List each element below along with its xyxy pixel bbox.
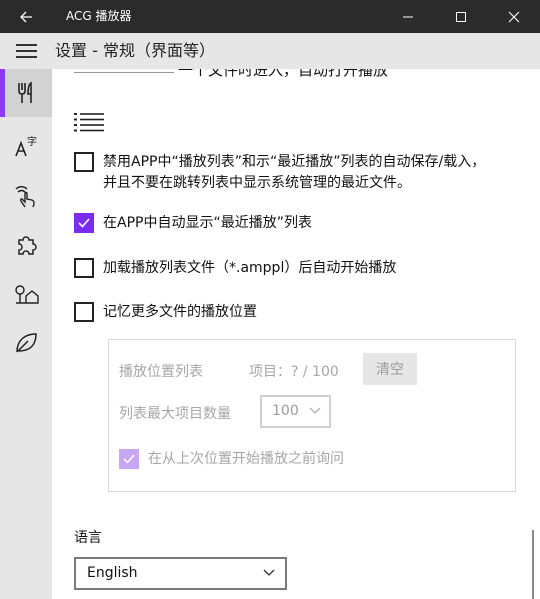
- settings-content: 一个文件时进入，自动打开播放 禁用APP中“播放列表”和示“最近播放”列表的自动…: [52, 69, 540, 599]
- option-label: 在从上次位置开始播放之前询问: [148, 451, 344, 467]
- back-button[interactable]: [0, 0, 52, 33]
- option-label: 加载播放列表文件（*.amppl）后自动开始播放: [103, 260, 397, 276]
- window-title: ACG 播放器: [66, 9, 132, 23]
- sidebar-item-plugins[interactable]: [0, 221, 52, 269]
- check-icon: [123, 454, 135, 464]
- position-list-count: 项目：? / 100: [249, 364, 339, 380]
- chevron-down-icon: [309, 407, 321, 414]
- sidebar: 字: [0, 69, 52, 599]
- language-label: 语言: [74, 530, 102, 546]
- sidebar-item-gesture[interactable]: [0, 172, 52, 220]
- chevron-down-icon: [263, 569, 275, 576]
- cut-off-field: [74, 69, 174, 73]
- checkbox[interactable]: [74, 258, 94, 278]
- header-bar: 设置 - 常规（界面等）: [0, 33, 540, 69]
- tree-house-icon: [15, 285, 39, 304]
- scrollbar[interactable]: [532, 530, 534, 599]
- max-items-value: 100: [272, 403, 299, 419]
- option-label: 记忆更多文件的播放位置: [103, 304, 257, 320]
- option-ask-before-resume[interactable]: 在从上次位置开始播放之前询问: [119, 449, 344, 470]
- minimize-icon: [402, 16, 413, 17]
- option-autoplay-playlist[interactable]: 加载播放列表文件（*.amppl）后自动开始播放: [74, 258, 396, 279]
- page-title: 设置 - 常规（界面等）: [55, 41, 215, 60]
- sidebar-item-about[interactable]: [0, 319, 52, 367]
- checkbox[interactable]: [74, 302, 94, 322]
- maximize-button[interactable]: [438, 0, 483, 33]
- arrow-left-icon: [20, 11, 32, 22]
- svg-text:字: 字: [27, 135, 37, 148]
- close-icon: [508, 11, 519, 22]
- list-icon: [74, 113, 104, 132]
- language-value: English: [87, 565, 138, 581]
- option-show-recent[interactable]: 在APP中自动显示“最近播放”列表: [74, 213, 312, 234]
- sidebar-item-font[interactable]: 字: [0, 123, 52, 171]
- minimize-button[interactable]: [385, 0, 430, 33]
- touch-gesture-icon: [15, 186, 35, 208]
- max-items-select[interactable]: 100: [260, 395, 331, 428]
- cut-off-text: 一个文件时进入，自动打开播放: [178, 69, 389, 79]
- checkbox-checked[interactable]: [74, 213, 94, 233]
- option-remember-positions[interactable]: 记忆更多文件的播放位置: [74, 302, 257, 323]
- position-list-group: 播放位置列表 项目：? / 100 清空 列表最大项目数量 100 在从上次位置…: [108, 339, 516, 492]
- puzzle-icon: [18, 236, 37, 255]
- option-label: 在APP中自动显示“最近播放”列表: [103, 215, 312, 231]
- checkbox-checked[interactable]: [119, 449, 139, 469]
- font-size-icon: 字: [15, 135, 37, 157]
- max-items-label: 列表最大项目数量: [119, 406, 231, 422]
- position-list-label: 播放位置列表: [119, 364, 203, 380]
- check-icon: [78, 218, 90, 228]
- clear-button[interactable]: 清空: [363, 353, 417, 385]
- utensils-icon: [18, 81, 32, 103]
- maximize-icon: [455, 11, 466, 22]
- sidebar-item-general[interactable]: [0, 69, 52, 117]
- sidebar-item-home[interactable]: [0, 270, 52, 318]
- option-label: 禁用APP中“播放列表”和示“最近播放”列表的自动保存/载入，并且不要在跳转列表…: [103, 154, 486, 191]
- hamburger-menu-icon[interactable]: [8, 37, 44, 65]
- language-select[interactable]: English: [74, 557, 287, 590]
- leaf-icon: [16, 333, 37, 353]
- title-bar: ACG 播放器: [0, 0, 540, 33]
- option-disable-autosave[interactable]: 禁用APP中“播放列表”和示“最近播放”列表的自动保存/载入，并且不要在跳转列表…: [74, 152, 494, 194]
- close-button[interactable]: [491, 0, 536, 33]
- checkbox[interactable]: [74, 152, 94, 172]
